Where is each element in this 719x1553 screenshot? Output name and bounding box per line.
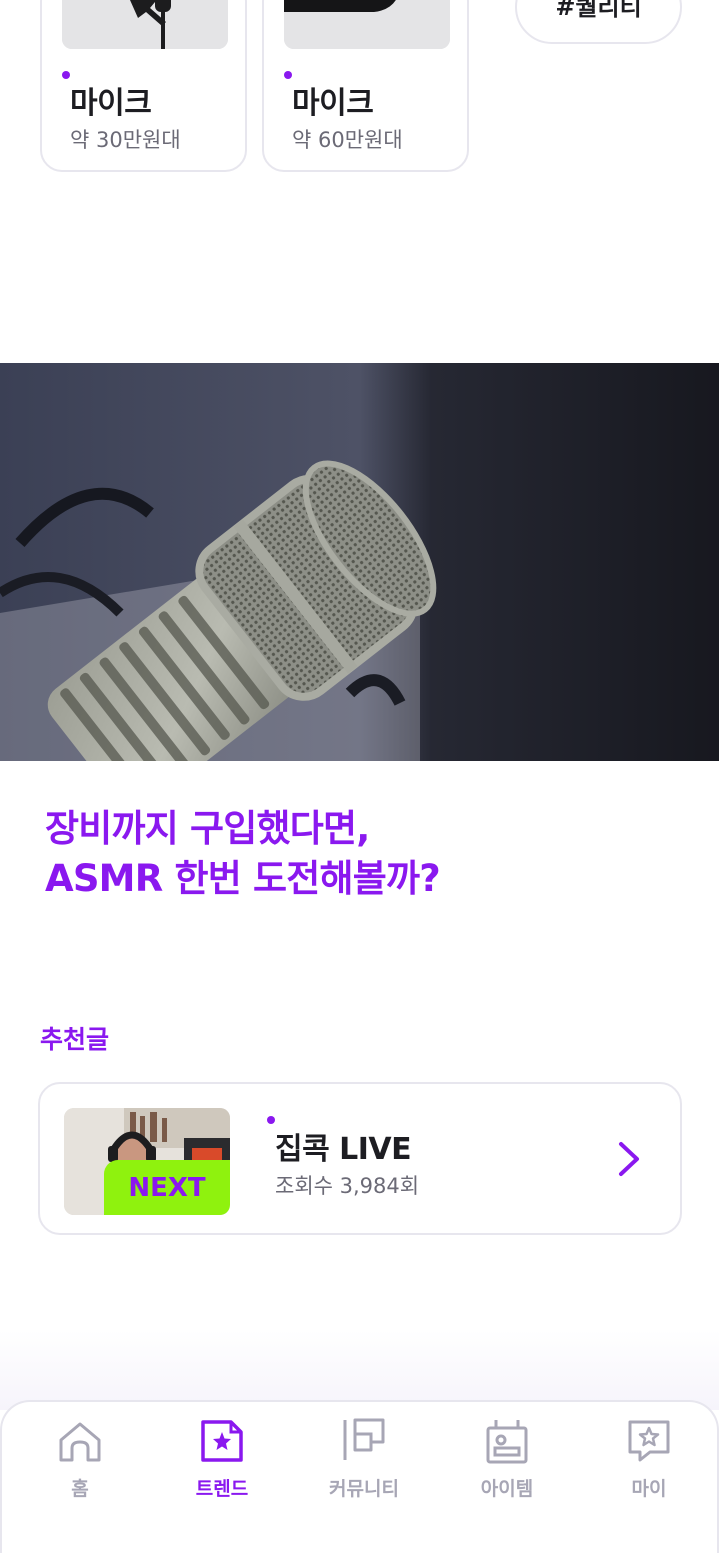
new-dot bbox=[267, 1116, 275, 1124]
nav-label: 커뮤니티 bbox=[329, 1478, 399, 1500]
new-dot bbox=[284, 71, 292, 79]
article-thumbnail: NEXT bbox=[64, 1108, 230, 1215]
nav-item-my[interactable]: 마이 bbox=[589, 1418, 709, 1508]
nav-label: 홈 bbox=[71, 1478, 89, 1500]
product-card[interactable]: 마이크 약 30만원대 bbox=[40, 0, 247, 172]
article-title: 집콕 LIVE bbox=[275, 1132, 412, 1167]
product-name: 마이크 bbox=[292, 86, 374, 121]
bottom-navigation: 홈 트렌드 커뮤니티 아이템 마이 bbox=[0, 1400, 719, 1553]
hero-title: 장비까지 구입했다면, ASMR 한번 도전해볼까? bbox=[45, 804, 675, 904]
nav-item-home[interactable]: 홈 bbox=[20, 1418, 140, 1508]
article-view-count: 조회수 3,984회 bbox=[275, 1174, 420, 1198]
product-name: 마이크 bbox=[70, 86, 152, 121]
hero-title-line: 장비까지 구입했다면, bbox=[45, 807, 370, 850]
nav-item-item[interactable]: 아이템 bbox=[447, 1418, 567, 1508]
new-dot bbox=[62, 71, 70, 79]
section-title: 추천글 bbox=[40, 1025, 110, 1054]
product-price: 약 60만원대 bbox=[292, 128, 403, 152]
hero-title-line: ASMR 한번 도전해볼까? bbox=[45, 857, 441, 900]
hero-image bbox=[0, 363, 719, 761]
nav-fade bbox=[0, 1330, 719, 1410]
my-icon bbox=[628, 1420, 670, 1462]
product-image bbox=[284, 0, 450, 49]
nav-label: 트렌드 bbox=[195, 1478, 249, 1500]
home-icon bbox=[59, 1422, 101, 1462]
nav-label: 마이 bbox=[631, 1478, 667, 1500]
trend-icon bbox=[201, 1420, 243, 1462]
recommended-article-card[interactable]: NEXT 집콕 LIVE 조회수 3,984회 bbox=[38, 1082, 682, 1235]
community-icon bbox=[343, 1418, 385, 1460]
chevron-right-icon[interactable] bbox=[617, 1140, 641, 1178]
product-card[interactable]: 마이크 약 60만원대 bbox=[262, 0, 469, 172]
nav-label: 아이템 bbox=[480, 1478, 534, 1500]
nav-item-trend[interactable]: 트렌드 bbox=[162, 1418, 282, 1508]
nav-item-community[interactable]: 커뮤니티 bbox=[304, 1418, 424, 1508]
hashtag-chip[interactable]: #퀄리티 bbox=[515, 0, 682, 44]
product-price: 약 30만원대 bbox=[70, 128, 181, 152]
item-icon bbox=[486, 1420, 528, 1464]
next-badge: NEXT bbox=[104, 1160, 230, 1215]
product-image bbox=[62, 0, 228, 49]
